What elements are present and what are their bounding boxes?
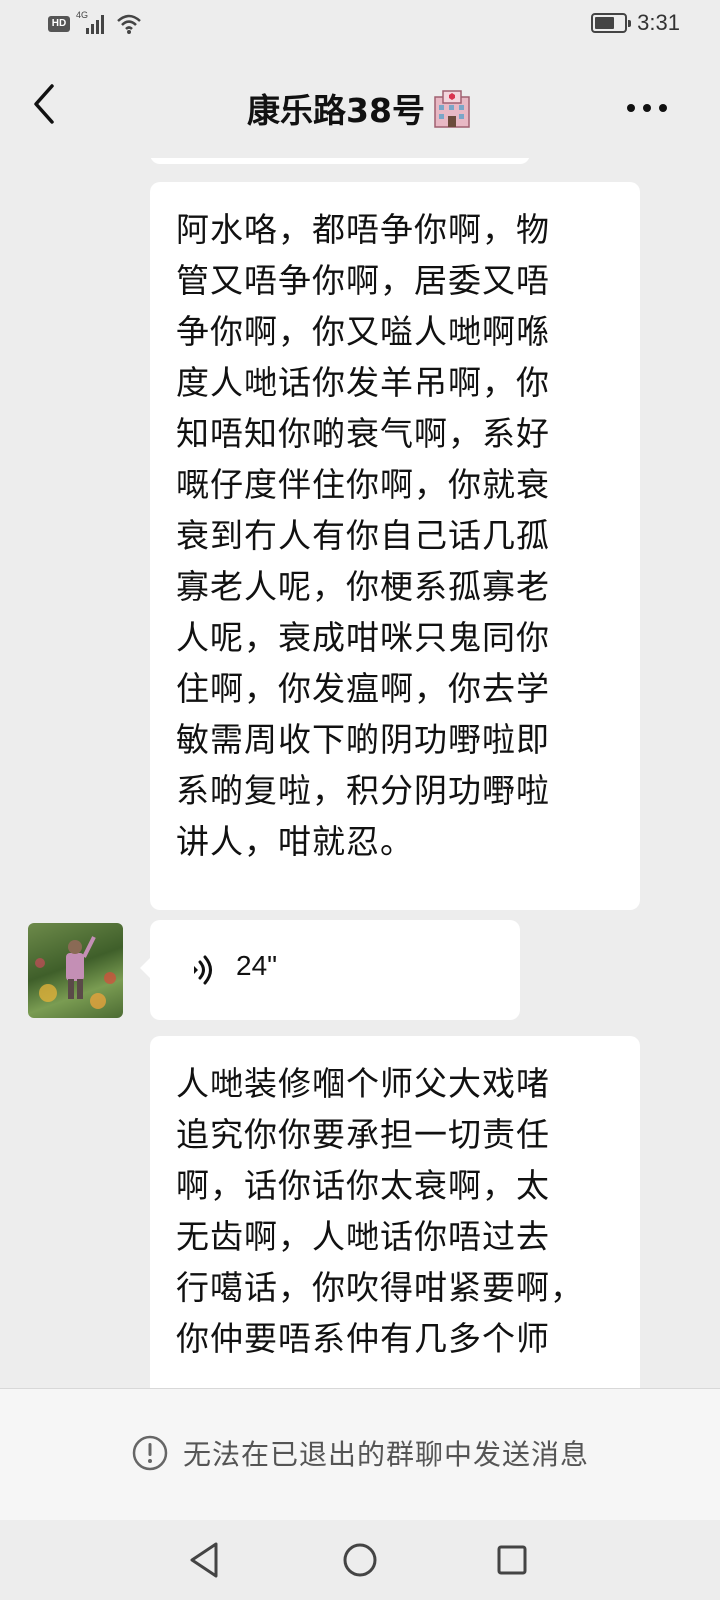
network-type: 4G xyxy=(76,10,89,20)
chat-header: 康乐路38号 xyxy=(0,50,720,158)
message-bubble-2[interactable]: 人哋装修嗰个师父大戏啫 追究你你要承担一切责任 啊，话你话你太衰啊，太 无齿啊，… xyxy=(150,1036,640,1388)
system-nav-bar xyxy=(0,1520,720,1600)
input-disabled-notice: 无法在已退出的群聊中发送消息 xyxy=(0,1388,720,1520)
voice-message-bubble[interactable]: 24" xyxy=(140,920,520,1020)
message-list[interactable]: 阿水咯，都唔争你啊，物 管又唔争你啊，居委又唔 争你啊，你又嗌人哋啊喺 度人哋话… xyxy=(0,158,720,1388)
nav-recent-apps-icon[interactable] xyxy=(496,1544,528,1576)
battery-icon xyxy=(591,13,632,33)
notice-row: 无法在已退出的群聊中发送消息 xyxy=(0,1433,720,1473)
status-left: HD 4G xyxy=(48,10,142,36)
hd-badge: HD xyxy=(48,16,70,32)
wifi-icon xyxy=(117,14,141,34)
status-time: 3:31 xyxy=(637,10,680,35)
previous-message-bubble[interactable] xyxy=(150,158,530,164)
signal-icon: 4G xyxy=(76,10,110,36)
info-circle-icon xyxy=(132,1435,168,1471)
more-button[interactable] xyxy=(626,100,668,114)
battery-level xyxy=(595,17,615,29)
notice-text: 无法在已退出的群聊中发送消息 xyxy=(182,1438,589,1471)
avatar[interactable] xyxy=(28,923,123,1018)
message-text-1: 阿水咯，都唔争你啊，物 管又唔争你啊，居委又唔 争你啊，你又嗌人哋啊喺 度人哋话… xyxy=(176,210,550,861)
voice-wave-icon xyxy=(194,955,212,985)
more-horizontal-icon xyxy=(627,104,667,112)
nav-home-icon[interactable] xyxy=(342,1542,378,1578)
message-bubble-1[interactable]: 阿水咯，都唔争你啊，物 管又唔争你啊，居委又唔 争你啊，你又嗌人哋啊喺 度人哋话… xyxy=(150,182,640,910)
status-bar: HD 4G 3:31 xyxy=(0,0,720,50)
status-right: 3:31 xyxy=(591,10,680,36)
nav-back-icon[interactable] xyxy=(186,1540,222,1580)
title-wrap: 康乐路38号 xyxy=(0,84,720,132)
hospital-emoji-icon xyxy=(434,90,470,128)
voice-duration: 24" xyxy=(236,950,278,981)
chat-title: 康乐路38号 xyxy=(247,91,425,130)
message-text-2: 人哋装修嗰个师父大戏啫 追究你你要承担一切责任 啊，话你话你太衰啊，太 无齿啊，… xyxy=(176,1064,584,1358)
